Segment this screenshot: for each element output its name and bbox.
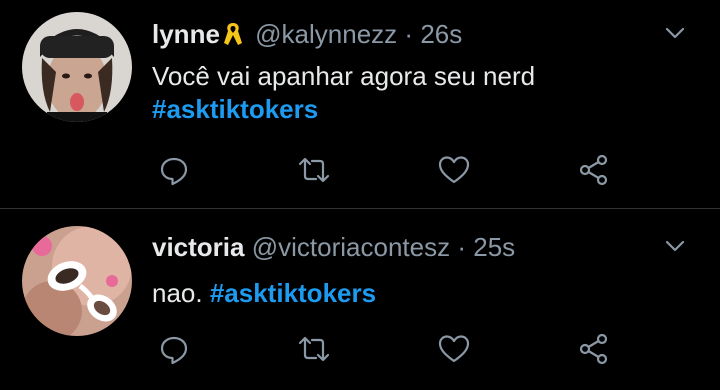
reply-button[interactable] bbox=[156, 331, 192, 367]
handle[interactable]: @victoriacontesz bbox=[252, 232, 450, 262]
tweet-text: Você vai apanhar agora seu nerd #asktikt… bbox=[152, 60, 535, 126]
share-icon bbox=[579, 154, 608, 186]
hashtag-link[interactable]: #asktiktokers bbox=[210, 278, 376, 308]
retweet-button[interactable] bbox=[296, 152, 332, 188]
tweet-text: nao. #asktiktokers bbox=[152, 277, 376, 310]
tweet-text-line: nao. bbox=[152, 278, 203, 308]
separator: · bbox=[404, 19, 414, 49]
timestamp[interactable]: 26s bbox=[420, 19, 462, 49]
display-name[interactable]: lynne bbox=[152, 19, 220, 49]
tweet[interactable]: victoria @victoriacontesz · 25s nao. #as… bbox=[0, 209, 720, 390]
like-button[interactable] bbox=[436, 331, 472, 367]
tweet-header: victoria @victoriacontesz · 25s bbox=[152, 231, 515, 263]
chevron-down-icon[interactable] bbox=[664, 22, 686, 44]
yellow-ribbon-icon bbox=[222, 21, 244, 54]
tweet[interactable]: lynne @kalynnezz · 26s Você vai apanhar … bbox=[0, 0, 720, 208]
like-button[interactable] bbox=[436, 152, 472, 188]
tweet-text-line: Você vai apanhar agora seu nerd bbox=[152, 61, 536, 91]
timestamp[interactable]: 25s bbox=[473, 232, 515, 262]
avatar[interactable] bbox=[22, 12, 132, 122]
tweet-header: lynne @kalynnezz · 26s bbox=[152, 18, 462, 54]
reply-icon bbox=[160, 157, 188, 186]
handle[interactable]: @kalynnezz bbox=[255, 19, 397, 49]
hashtag-link[interactable]: #asktiktokers bbox=[152, 93, 535, 126]
reply-button[interactable] bbox=[156, 152, 192, 188]
like-icon bbox=[438, 156, 470, 184]
tweet-actions bbox=[152, 331, 652, 367]
avatar[interactable] bbox=[22, 226, 132, 336]
separator: · bbox=[457, 232, 466, 262]
chevron-down-icon[interactable] bbox=[664, 235, 686, 257]
display-name[interactable]: victoria bbox=[152, 232, 245, 262]
share-button[interactable] bbox=[576, 331, 612, 367]
retweet-icon bbox=[298, 336, 330, 362]
reply-icon bbox=[160, 336, 188, 365]
retweet-button[interactable] bbox=[296, 331, 332, 367]
retweet-icon bbox=[298, 157, 330, 183]
share-icon bbox=[579, 333, 608, 365]
tweet-actions bbox=[152, 152, 652, 188]
share-button[interactable] bbox=[576, 152, 612, 188]
like-icon bbox=[438, 335, 470, 363]
